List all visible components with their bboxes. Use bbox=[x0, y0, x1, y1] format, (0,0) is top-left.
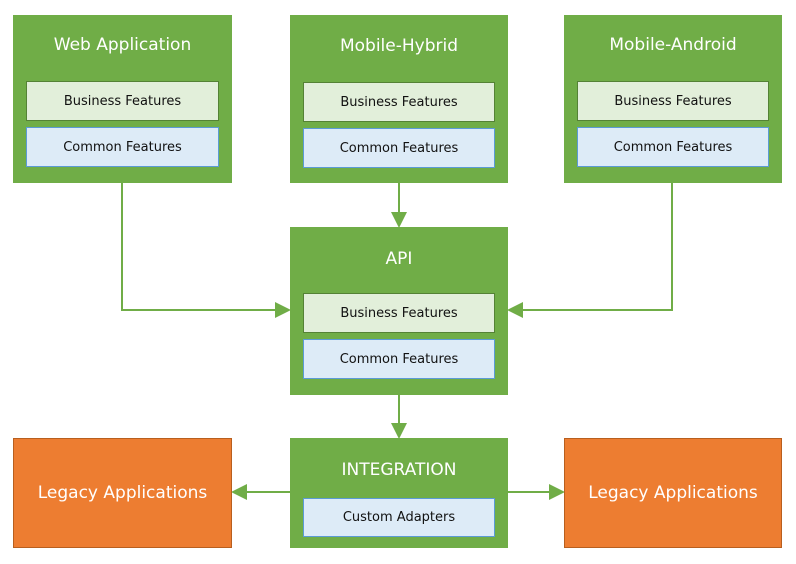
legacy-label: Legacy Applications bbox=[37, 483, 208, 503]
layer-title: Mobile-Hybrid bbox=[339, 36, 459, 56]
common-features: Common Features bbox=[577, 127, 769, 167]
integration-layer: INTEGRATION Custom Adapters bbox=[290, 438, 508, 548]
custom-adapters: Custom Adapters bbox=[303, 498, 495, 537]
common-features: Common Features bbox=[303, 128, 495, 168]
common-features: Common Features bbox=[26, 127, 219, 167]
arrow-web-to-api bbox=[121, 183, 291, 318]
common-features: Common Features bbox=[303, 339, 495, 379]
layer-title: INTEGRATION bbox=[341, 460, 457, 480]
arrow-android-to-api bbox=[507, 183, 673, 318]
business-features: Business Features bbox=[303, 293, 495, 333]
mobile-android-layer: Mobile-Android Business Features Common … bbox=[564, 15, 782, 183]
architecture-diagram: Web Application Business Features Common… bbox=[0, 0, 796, 564]
api-layer: API Business Features Common Features bbox=[290, 227, 508, 395]
legacy-applications-right: Legacy Applications bbox=[564, 438, 782, 548]
legacy-applications-left: Legacy Applications bbox=[13, 438, 232, 548]
business-features: Business Features bbox=[26, 81, 219, 121]
layer-title: API bbox=[385, 249, 413, 269]
mobile-hybrid-layer: Mobile-Hybrid Business Features Common F… bbox=[290, 15, 508, 183]
layer-title: Mobile-Android bbox=[609, 35, 737, 55]
web-application-layer: Web Application Business Features Common… bbox=[13, 15, 232, 183]
business-features: Business Features bbox=[303, 82, 495, 122]
layer-title: Web Application bbox=[53, 35, 192, 55]
legacy-label: Legacy Applications bbox=[588, 483, 758, 503]
business-features: Business Features bbox=[577, 81, 769, 121]
